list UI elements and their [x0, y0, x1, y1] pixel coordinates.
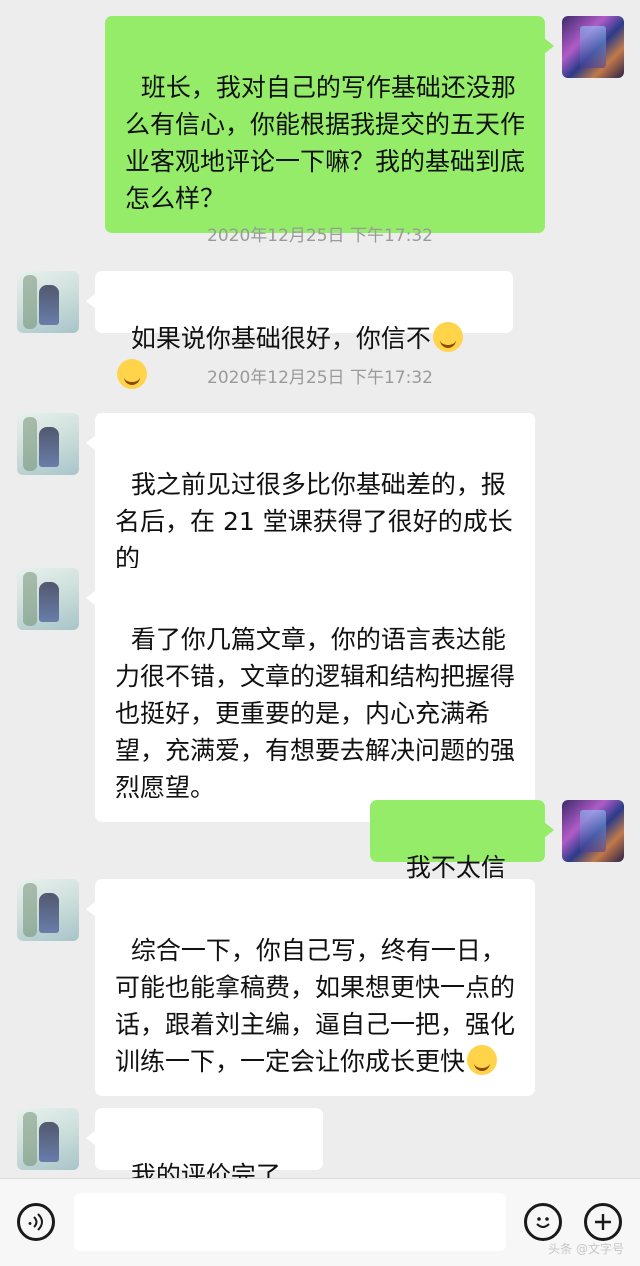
- message-bubble-peer[interactable]: 看了你几篇文章，你的语言表达能力很不错，文章的逻辑和结构把握得也挺好，更重要的是…: [86, 568, 535, 822]
- chat-input-bar: [0, 1178, 640, 1266]
- message-input[interactable]: [74, 1193, 506, 1251]
- message-bubble-peer[interactable]: 综合一下，你自己写，终有一日，可能也能拿稿费，如果想更快一点的话，跟着刘主编，逼…: [86, 879, 535, 1096]
- message-text: 综合一下，你自己写，终有一日，可能也能拿稿费，如果想更快一点的话，跟着刘主编，逼…: [115, 936, 516, 1076]
- timestamp: 2020年12月25日 下午17:32: [207, 226, 433, 246]
- message-text: 如果说你基础很好，你信不: [130, 324, 431, 353]
- peer-avatar[interactable]: [17, 568, 79, 630]
- watermark: 头条 @文字号: [548, 1242, 624, 1256]
- message-bubble-peer[interactable]: 如果说你基础很好，你信不: [86, 271, 513, 389]
- peer-avatar[interactable]: [17, 1108, 79, 1170]
- laughing-crying-emoji-icon: [432, 322, 463, 352]
- peer-avatar[interactable]: [17, 413, 79, 475]
- timestamp: 2020年12月25日 下午17:32: [207, 368, 433, 388]
- peer-avatar[interactable]: [17, 879, 79, 941]
- plus-icon[interactable]: [584, 1203, 622, 1241]
- self-avatar[interactable]: [562, 16, 624, 78]
- smile-emoji-icon: [467, 1045, 498, 1075]
- message-bubble-peer[interactable]: 我的评价完了: [86, 1108, 323, 1226]
- peer-avatar[interactable]: [17, 271, 79, 333]
- message-text: 我之前见过很多比你基础差的，报名后，在 21 堂课获得了很好的成长的: [115, 470, 513, 573]
- message-bubble-self[interactable]: 我不太信: [370, 800, 554, 918]
- voice-icon[interactable]: [17, 1203, 55, 1241]
- self-avatar[interactable]: [562, 800, 624, 862]
- message-bubble-peer[interactable]: 我之前见过很多比你基础差的，报名后，在 21 堂课获得了很好的成长的: [86, 413, 535, 593]
- message-text: 看了你几篇文章，你的语言表达能力很不错，文章的逻辑和结构把握得也挺好，更重要的是…: [115, 625, 516, 802]
- message-text: 班长，我对自己的写作基础还没那么有信心，你能根据我提交的五天作业客观地评论一下嘛…: [125, 73, 526, 213]
- emoji-icon[interactable]: [524, 1203, 562, 1241]
- message-text: 我不太信: [405, 853, 506, 882]
- message-bubble-self[interactable]: 班长，我对自己的写作基础还没那么有信心，你能根据我提交的五天作业客观地评论一下嘛…: [105, 16, 554, 233]
